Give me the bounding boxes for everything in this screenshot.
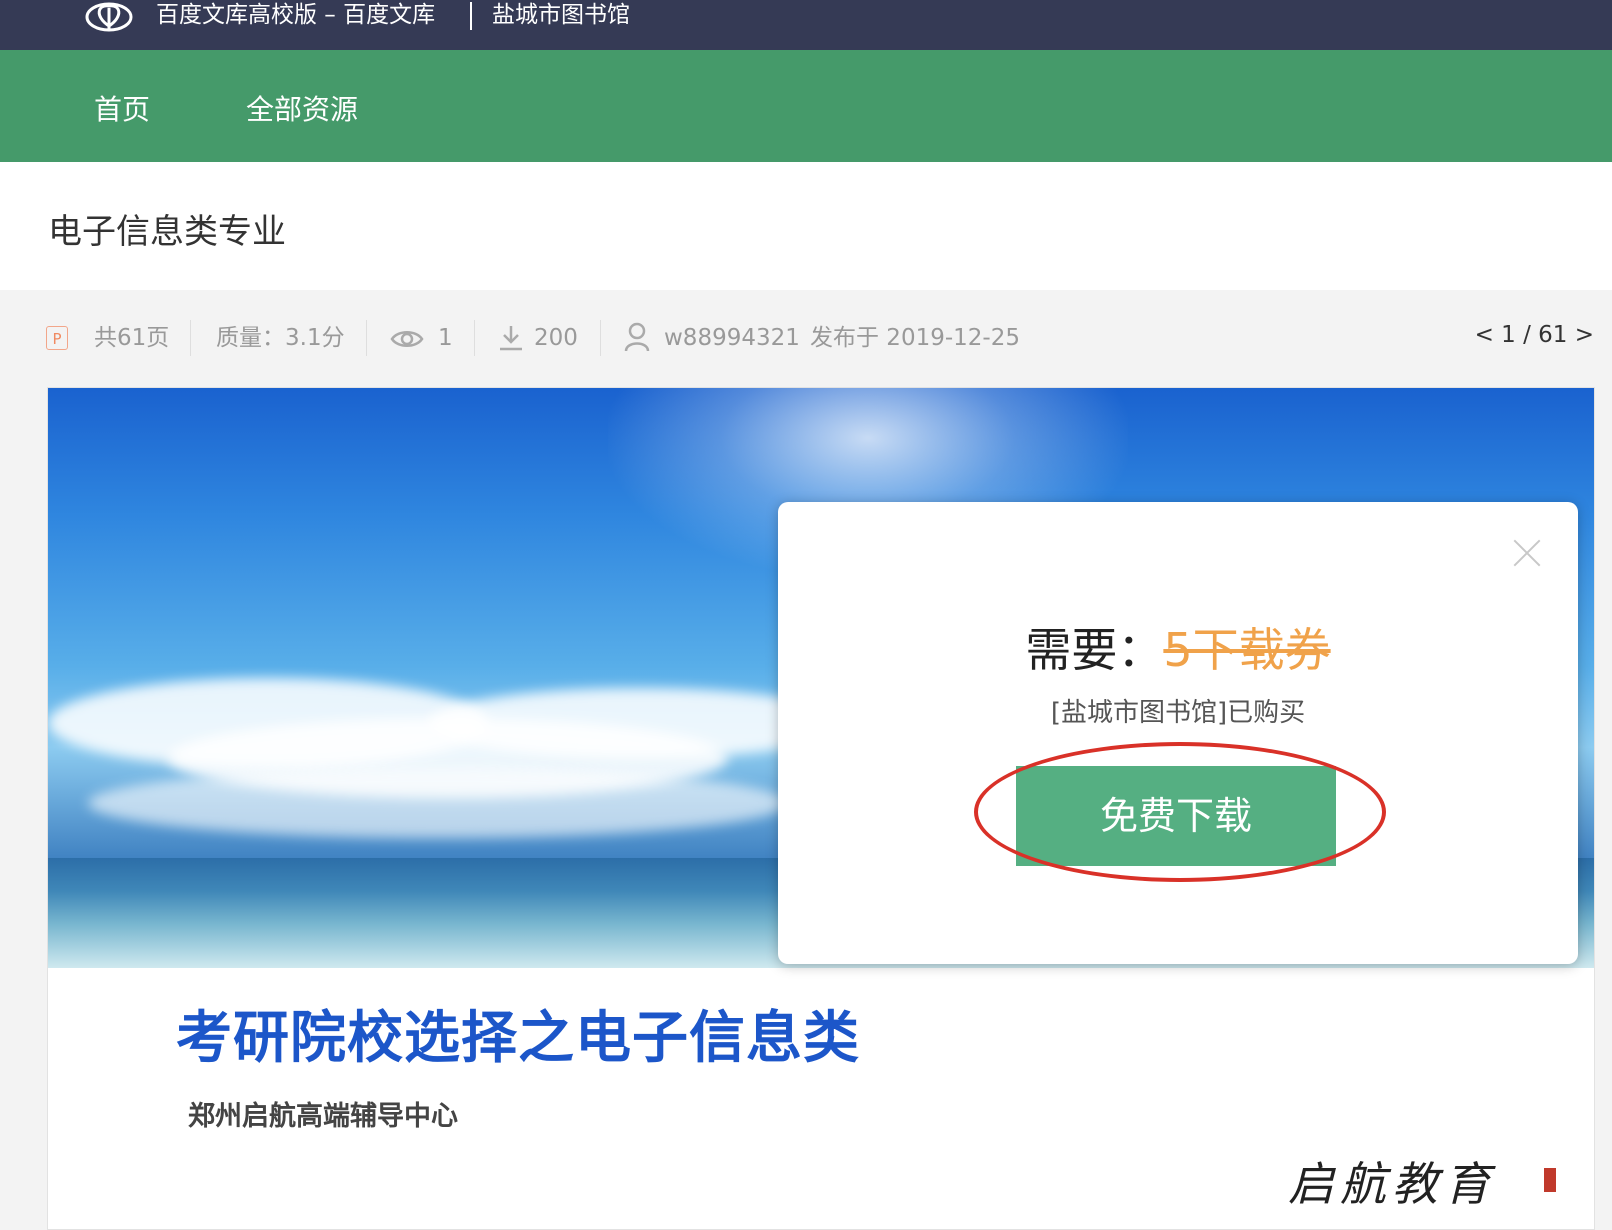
document-meta-row: P 共61页 质量：3.1分 1 200 w88994321 发布于 2019-… [0,290,1612,386]
required-cost: 需要：5下载券 [778,614,1578,680]
document-title-bar: 电子信息类专业 [0,162,1612,290]
download-icon [500,326,522,351]
site-title[interactable]: 百度文库高校版 – 百度文库 [156,0,435,30]
user-icon [624,322,650,352]
download-count: 200 [534,325,578,351]
meta-divider [474,320,475,356]
nav-item-home[interactable]: 首页 [94,88,150,128]
document-title: 电子信息类专业 [48,212,286,252]
download-dialog: 需要：5下载券 [盐城市图书馆]已购买 免费下载 [778,502,1578,964]
baidu-wenku-logo[interactable] [84,0,134,34]
meta-divider [366,320,367,356]
purchased-note: [盐城市图书馆]已购买 [1050,698,1306,728]
need-label: 需要： [1025,623,1164,677]
library-name[interactable]: 盐城市图书馆 [492,0,630,30]
cloud [88,768,788,838]
main-nav: 首页 全部资源 [0,50,1612,162]
free-download-button[interactable]: 免费下载 [1016,766,1336,866]
author-name[interactable]: w88994321 [664,322,800,354]
publish-date: 发布于 2019-12-25 [810,325,1020,351]
slide-title: 考研院校选择之电子信息类 [176,1006,860,1071]
page-pager[interactable]: < 1 / 61 > [1475,322,1594,348]
price-strikethrough: 5下载券 [1163,623,1331,677]
slide-brand-logo: 启航教育 [1288,1157,1496,1211]
page-count: 共61页 [94,325,170,351]
meta-divider [190,320,191,356]
close-icon[interactable] [1512,538,1542,568]
meta-divider [600,320,601,356]
slide-subtitle: 郑州启航高端辅导中心 [188,1101,458,1132]
brand-seal [1544,1168,1556,1192]
eye-icon [390,331,424,347]
header-divider [470,2,472,30]
ppt-file-icon: P [46,326,68,350]
view-count: 1 [438,325,453,351]
nav-item-all-resources[interactable]: 全部资源 [246,88,358,128]
top-bar: 百度文库高校版 – 百度文库 盐城市图书馆 [0,0,1612,50]
quality-score: 质量：3.1分 [216,325,345,351]
